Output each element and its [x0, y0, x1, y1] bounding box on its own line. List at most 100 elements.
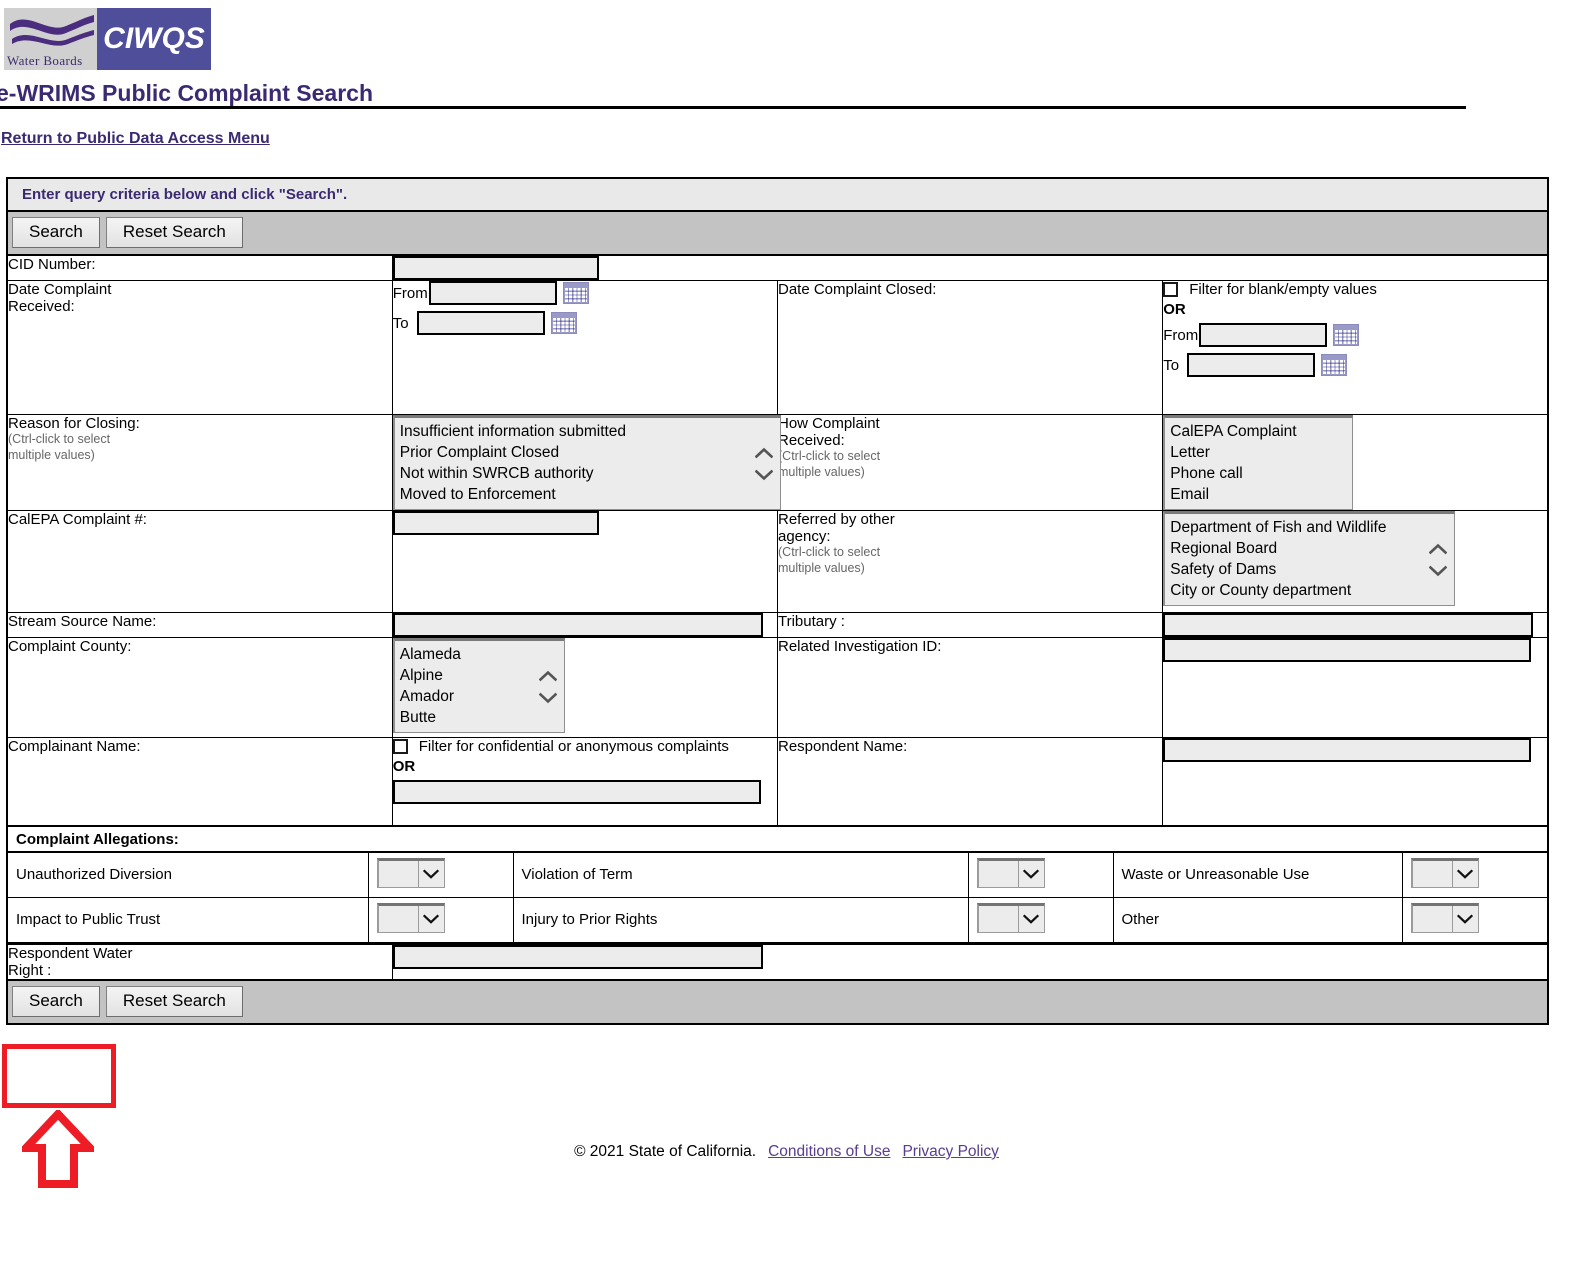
conditions-of-use-link[interactable]: Conditions of Use — [768, 1143, 890, 1160]
page-title: e-WRIMS Public Complaint Search — [0, 80, 373, 106]
allegation-label: Waste or Unreasonable Use — [1112, 851, 1403, 898]
calepa-complaint-number-input[interactable] — [392, 511, 599, 535]
allegation-label: Unauthorized Diversion — [8, 851, 369, 898]
date-closed-blank-filter-checkbox[interactable] — [1163, 282, 1179, 297]
chevron-down-icon[interactable] — [1017, 860, 1044, 887]
confidential-complaints-checkbox[interactable] — [392, 739, 408, 754]
date-received-from-label: From — [392, 284, 428, 302]
listbox-option[interactable]: Safety of Dams — [1170, 559, 1426, 580]
related-investigation-id-input[interactable] — [1163, 638, 1532, 662]
confidential-filter-row: Filter for confidential or anonymous com… — [392, 738, 777, 755]
date-closed-from-label: From — [1163, 326, 1199, 344]
water-boards-logo: Water Boards — [4, 8, 97, 70]
chevron-down-icon[interactable] — [1429, 565, 1448, 576]
listbox-option[interactable]: Department of Fish and Wildlife — [1170, 517, 1426, 538]
reason-for-closing-listbox[interactable]: Insufficient information submitted Prior… — [392, 415, 781, 510]
calendar-icon[interactable] — [562, 282, 589, 304]
listbox-option[interactable]: CalEPA Complaint — [1170, 421, 1342, 442]
chevron-down-icon[interactable] — [417, 905, 444, 932]
related-investigation-id-cell — [1162, 637, 1549, 738]
allegation-row: Unauthorized Diversion Violation of Term — [8, 851, 1547, 898]
blank-values-filter-row: Filter for blank/empty values — [1163, 281, 1547, 298]
listbox-option[interactable]: Alameda — [400, 644, 536, 665]
page-footer: © 2021 State of California. Conditions of… — [0, 1143, 1573, 1161]
listbox-option[interactable]: Regional Board — [1170, 538, 1426, 559]
complainant-name-label: Complainant Name: — [6, 737, 393, 826]
date-received-from-row: From — [393, 281, 777, 305]
title-divider — [0, 106, 1466, 109]
search-button-top[interactable]: Search — [12, 217, 100, 248]
allegations-grid: Unauthorized Diversion Violation of Term — [8, 850, 1547, 944]
privacy-policy-link[interactable]: Privacy Policy — [902, 1143, 998, 1160]
referred-by-agency-cell: Department of Fish and Wildlife Regional… — [1162, 510, 1549, 613]
return-to-public-data-access-menu-link[interactable]: Return to Public Data Access Menu — [1, 130, 270, 148]
tributary-input[interactable] — [1163, 613, 1534, 637]
listbox-option[interactable]: Alpine — [400, 665, 536, 686]
unauthorized-diversion-select[interactable] — [376, 857, 445, 888]
date-complaint-received-cell: From To — [391, 280, 779, 415]
violation-of-term-select[interactable] — [976, 857, 1045, 888]
listbox-option[interactable]: Butte — [400, 707, 536, 728]
complainant-or-label: OR — [392, 758, 416, 775]
stream-source-name-label: Stream Source Name: — [6, 612, 393, 638]
listbox-scrollbar[interactable] — [754, 447, 774, 480]
date-closed-or-label: OR — [1163, 301, 1186, 318]
chevron-up-icon[interactable] — [754, 447, 773, 458]
cid-number-row: CID Number: — [6, 254, 1549, 281]
listbox-scrollbar[interactable] — [538, 670, 558, 703]
ciwqs-logo: Water Boards CIWQS — [4, 8, 211, 70]
respondent-water-right-input[interactable] — [392, 944, 763, 969]
listbox-option[interactable]: Amador — [400, 686, 536, 707]
respondent-name-label: Respondent Name: — [776, 737, 1164, 826]
allegation-select-cell — [967, 851, 1114, 898]
chevron-up-icon[interactable] — [1429, 543, 1448, 554]
how-complaint-received-listbox[interactable]: CalEPA Complaint Letter Phone call Email — [1163, 415, 1354, 510]
impact-to-public-trust-select[interactable] — [376, 902, 445, 933]
complaint-county-listbox[interactable]: Alameda Alpine Amador Butte — [392, 638, 565, 733]
water-boards-wordmark: Water Boards — [7, 53, 83, 68]
listbox-option[interactable]: City or County department — [1170, 580, 1426, 601]
waste-or-unreasonable-use-select[interactable] — [1410, 857, 1479, 888]
date-received-from-input[interactable] — [428, 281, 557, 305]
complaint-allegations-label: Complaint Allegations: — [16, 830, 179, 848]
stream-source-name-input[interactable] — [392, 613, 763, 637]
calendar-icon[interactable] — [550, 312, 577, 334]
listbox-option[interactable]: Email — [1170, 484, 1342, 505]
date-received-to-label: To — [392, 314, 409, 332]
chevron-down-icon[interactable] — [538, 692, 557, 703]
how-complaint-received-cell: CalEPA Complaint Letter Phone call Email — [1162, 414, 1549, 511]
reset-search-button-bottom[interactable]: Reset Search — [105, 985, 243, 1017]
calendar-icon[interactable] — [1321, 354, 1348, 376]
listbox-option[interactable]: Prior Complaint Closed — [400, 442, 752, 463]
chevron-down-icon[interactable] — [1017, 905, 1044, 932]
reason-how-row: Reason for Closing: (Ctrl-click to selec… — [6, 414, 1549, 511]
listbox-option[interactable]: Moved to Enforcement — [400, 484, 752, 505]
copyright-text: © 2021 State of California. — [574, 1143, 757, 1160]
related-investigation-id-label: Related Investigation ID: — [776, 637, 1164, 738]
reset-search-button-top[interactable]: Reset Search — [105, 217, 243, 248]
chevron-down-icon[interactable] — [1451, 905, 1478, 932]
date-closed-to-input[interactable] — [1187, 353, 1316, 377]
allegation-row: Impact to Public Trust Injury to Prior R… — [8, 896, 1547, 943]
listbox-scrollbar[interactable] — [1428, 543, 1448, 576]
other-allegation-select[interactable] — [1410, 902, 1479, 933]
complainant-name-cell: Filter for confidential or anonymous com… — [391, 737, 779, 826]
cid-number-input[interactable] — [392, 256, 599, 280]
top-button-bar: Search Reset Search — [6, 210, 1549, 256]
search-button-bottom[interactable]: Search — [12, 985, 100, 1017]
listbox-option[interactable]: Letter — [1170, 442, 1342, 463]
chevron-down-icon[interactable] — [417, 860, 444, 887]
listbox-option[interactable]: Phone call — [1170, 463, 1342, 484]
respondent-name-input[interactable] — [1163, 738, 1532, 762]
listbox-option[interactable]: Not within SWRCB authority — [400, 463, 752, 484]
chevron-down-icon[interactable] — [1451, 860, 1478, 887]
date-closed-from-input[interactable] — [1199, 323, 1328, 347]
listbox-option[interactable]: Insufficient information submitted — [400, 421, 752, 442]
calendar-icon[interactable] — [1333, 324, 1360, 346]
complainant-name-input[interactable] — [392, 780, 761, 804]
referred-by-agency-listbox[interactable]: Department of Fish and Wildlife Regional… — [1163, 511, 1456, 606]
injury-to-prior-rights-select[interactable] — [976, 902, 1045, 933]
date-received-to-input[interactable] — [416, 311, 545, 335]
chevron-down-icon[interactable] — [754, 469, 773, 480]
chevron-up-icon[interactable] — [538, 670, 557, 681]
